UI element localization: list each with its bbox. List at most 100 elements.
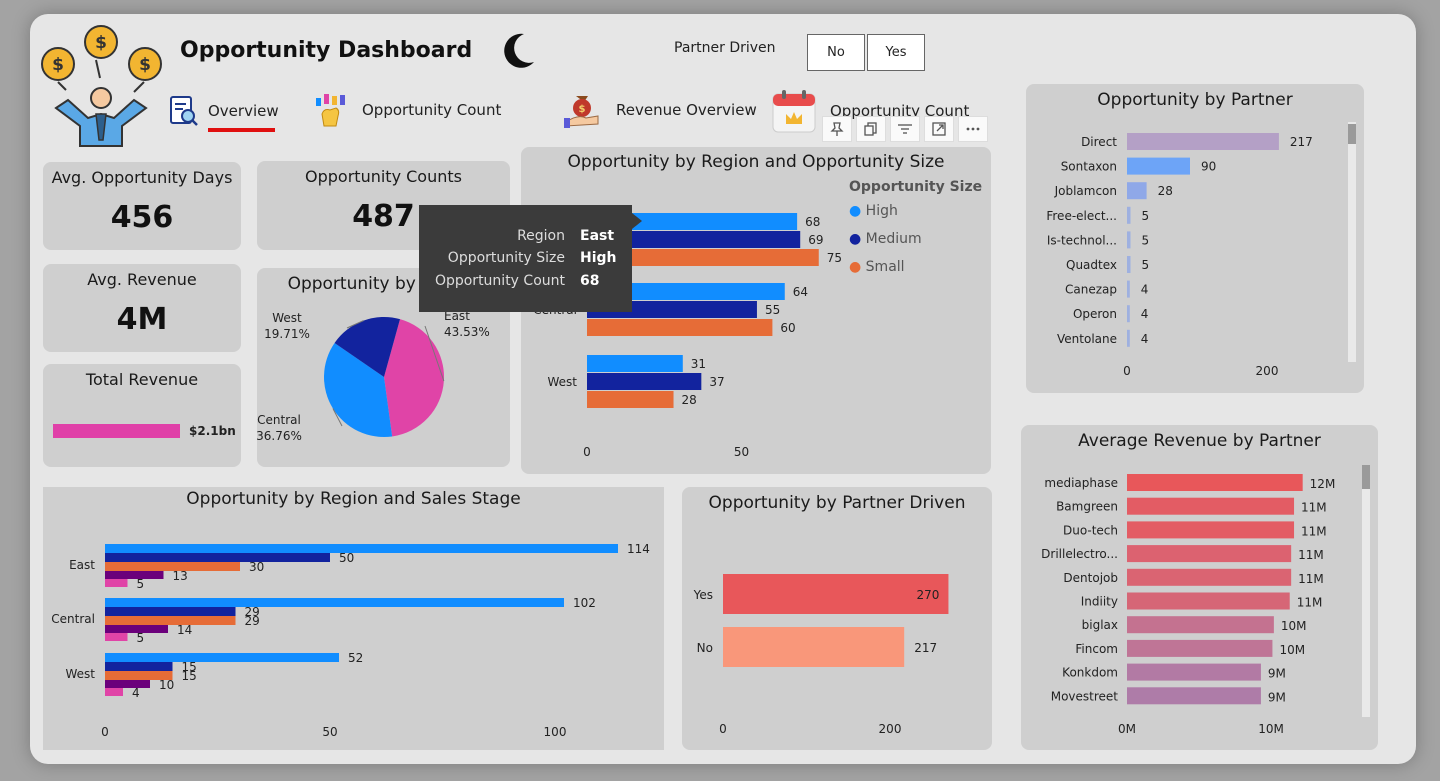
data-label: 102: [573, 596, 596, 610]
tooltip-value-region: East: [580, 228, 615, 244]
data-label: 14: [177, 623, 192, 637]
legend-title: Opportunity Size: [849, 179, 983, 195]
partner-chart: Direct 217 Sontaxon 90 Joblamcon 28 Free-elect…: [1046, 133, 1313, 378]
data-label: 5: [137, 631, 145, 645]
active-tab-underline: [208, 128, 275, 132]
partner-scrollbar-thumb[interactable]: [1348, 124, 1356, 144]
nav-overview[interactable]: Overview: [168, 94, 279, 128]
x-tick: 0: [101, 725, 109, 739]
region-pie-chart: East43.53%Central36.76%West19.71%: [257, 309, 490, 443]
pie-label-west: West: [272, 311, 302, 325]
businessman-money-logo: $ $ $: [41, 25, 162, 147]
partner-value: 4: [1141, 332, 1149, 346]
kpi-card-avg-revenue: Avg. Revenue 4M: [43, 264, 241, 352]
avg-revenue-partner-value: 10M: [1279, 643, 1305, 657]
kpi-avg-revenue-label: Avg. Revenue: [87, 270, 197, 289]
partner-label: Operon: [1073, 307, 1117, 321]
category-label-west: West: [547, 375, 577, 389]
partner-card: Opportunity by Partner Direct 217 Sontaxon…: [1026, 84, 1364, 393]
data-label: 4: [132, 686, 140, 700]
data-label: 52: [348, 651, 363, 665]
bar-west-medium: [587, 373, 702, 390]
category-label-west: West: [65, 667, 95, 681]
x-tick: 100: [544, 725, 567, 739]
pie-label-central: Central: [257, 413, 301, 427]
region-stage-chart: East1145030135Central1022929145West52151…: [51, 542, 650, 739]
partner-driven-value: 217: [914, 641, 937, 655]
data-label: 13: [173, 569, 188, 583]
stage-bar: [105, 544, 618, 553]
svg-text:$: $: [95, 33, 107, 53]
partner-bar: [1127, 157, 1190, 175]
avg-revenue-partner-bar: [1127, 474, 1303, 491]
avg-revenue-partner-bar: [1127, 687, 1261, 705]
x-tick: 0: [1123, 364, 1131, 378]
partner-label: Joblamcon: [1054, 184, 1117, 198]
calendar-crown-icon: [772, 90, 816, 133]
kpi-avg-days-value: 456: [110, 200, 174, 235]
stage-bar: [105, 633, 128, 641]
avg-revenue-partner-value: 12M: [1310, 477, 1336, 491]
data-label: 10: [159, 678, 174, 692]
avg-revenue-partner-bar: [1127, 545, 1292, 563]
partner-value: 90: [1201, 160, 1216, 174]
stage-bar: [105, 598, 564, 607]
legend-medium-label: Medium: [865, 231, 922, 247]
partner-label: Is-technol...: [1047, 233, 1117, 247]
focus-mode-icon[interactable]: [924, 116, 954, 142]
nav-revenue-overview[interactable]: $ Revenue Overview: [562, 92, 757, 128]
data-label: 55: [765, 303, 780, 317]
x-tick: 0M: [1118, 722, 1136, 736]
partner-bar: [1127, 231, 1131, 249]
avg-revenue-scrollbar-thumb[interactable]: [1362, 465, 1370, 489]
stage-bar: [105, 680, 150, 688]
hand-chart-icon: [316, 94, 345, 127]
avg-revenue-partner-value: 11M: [1298, 548, 1324, 562]
pin-icon[interactable]: [822, 116, 852, 142]
pie-pct-east: 43.53%: [444, 325, 490, 339]
partner-label: Ventolane: [1057, 332, 1117, 346]
avg-revenue-partner-value: 11M: [1301, 524, 1327, 538]
nav-opportunity-count[interactable]: Opportunity Count: [314, 92, 501, 128]
tooltip-key-region: Region: [517, 228, 565, 244]
avg-revenue-partner-label: mediaphase: [1044, 476, 1118, 490]
stage-bar: [105, 571, 164, 579]
region-stage-card: Opportunity by Region and Sales Stage Ea…: [43, 487, 664, 750]
legend-item-high[interactable]: ● High: [849, 203, 898, 219]
avg-revenue-partner-label: Movestreet: [1051, 689, 1119, 703]
pie-pct-central: 36.76%: [257, 429, 302, 443]
x-tick: 200: [1256, 364, 1279, 378]
partner-value: 5: [1142, 233, 1150, 247]
page-title: Opportunity Dashboard: [180, 38, 473, 63]
moon-theme-icon[interactable]: [498, 32, 536, 70]
avg-revenue-partner-card: Average Revenue by Partner mediaphase 12M…: [1021, 425, 1378, 750]
bar-west-high: [587, 355, 683, 372]
legend-item-medium[interactable]: ● Medium: [849, 231, 922, 247]
nav-opportunity-count-label: Opportunity Count: [362, 101, 502, 119]
data-label: 60: [780, 321, 795, 335]
partner-bar: [1127, 256, 1131, 273]
filter-yes-button[interactable]: Yes: [867, 34, 925, 71]
kpi-avg-days-label: Avg. Opportunity Days: [51, 168, 233, 187]
partner-scrollbar[interactable]: [1348, 122, 1356, 362]
avg-revenue-partner-value: 11M: [1297, 596, 1323, 610]
nav-revenue-overview-label: Revenue Overview: [616, 101, 757, 119]
data-label: 75: [827, 251, 842, 265]
filter-no-button[interactable]: No: [807, 34, 865, 71]
tooltip-value-count: 68: [580, 273, 600, 289]
svg-text:$: $: [139, 55, 151, 75]
partner-label: Quadtex: [1066, 258, 1117, 272]
stage-bar: [105, 616, 236, 625]
avg-revenue-partner-value: 10M: [1281, 619, 1307, 633]
data-label: 50: [339, 551, 354, 565]
partner-value: 4: [1141, 283, 1149, 297]
total-revenue-bar: [53, 424, 180, 438]
partner-driven-label-no: No: [697, 641, 713, 655]
avg-revenue-partner-bar: [1127, 663, 1261, 681]
stage-bar: [105, 662, 173, 671]
more-options-icon[interactable]: [958, 116, 988, 142]
legend-item-small[interactable]: ● Small: [849, 259, 905, 275]
avg-revenue-scrollbar[interactable]: [1362, 465, 1370, 717]
filter-icon[interactable]: [890, 116, 920, 142]
copy-icon[interactable]: [856, 116, 886, 142]
